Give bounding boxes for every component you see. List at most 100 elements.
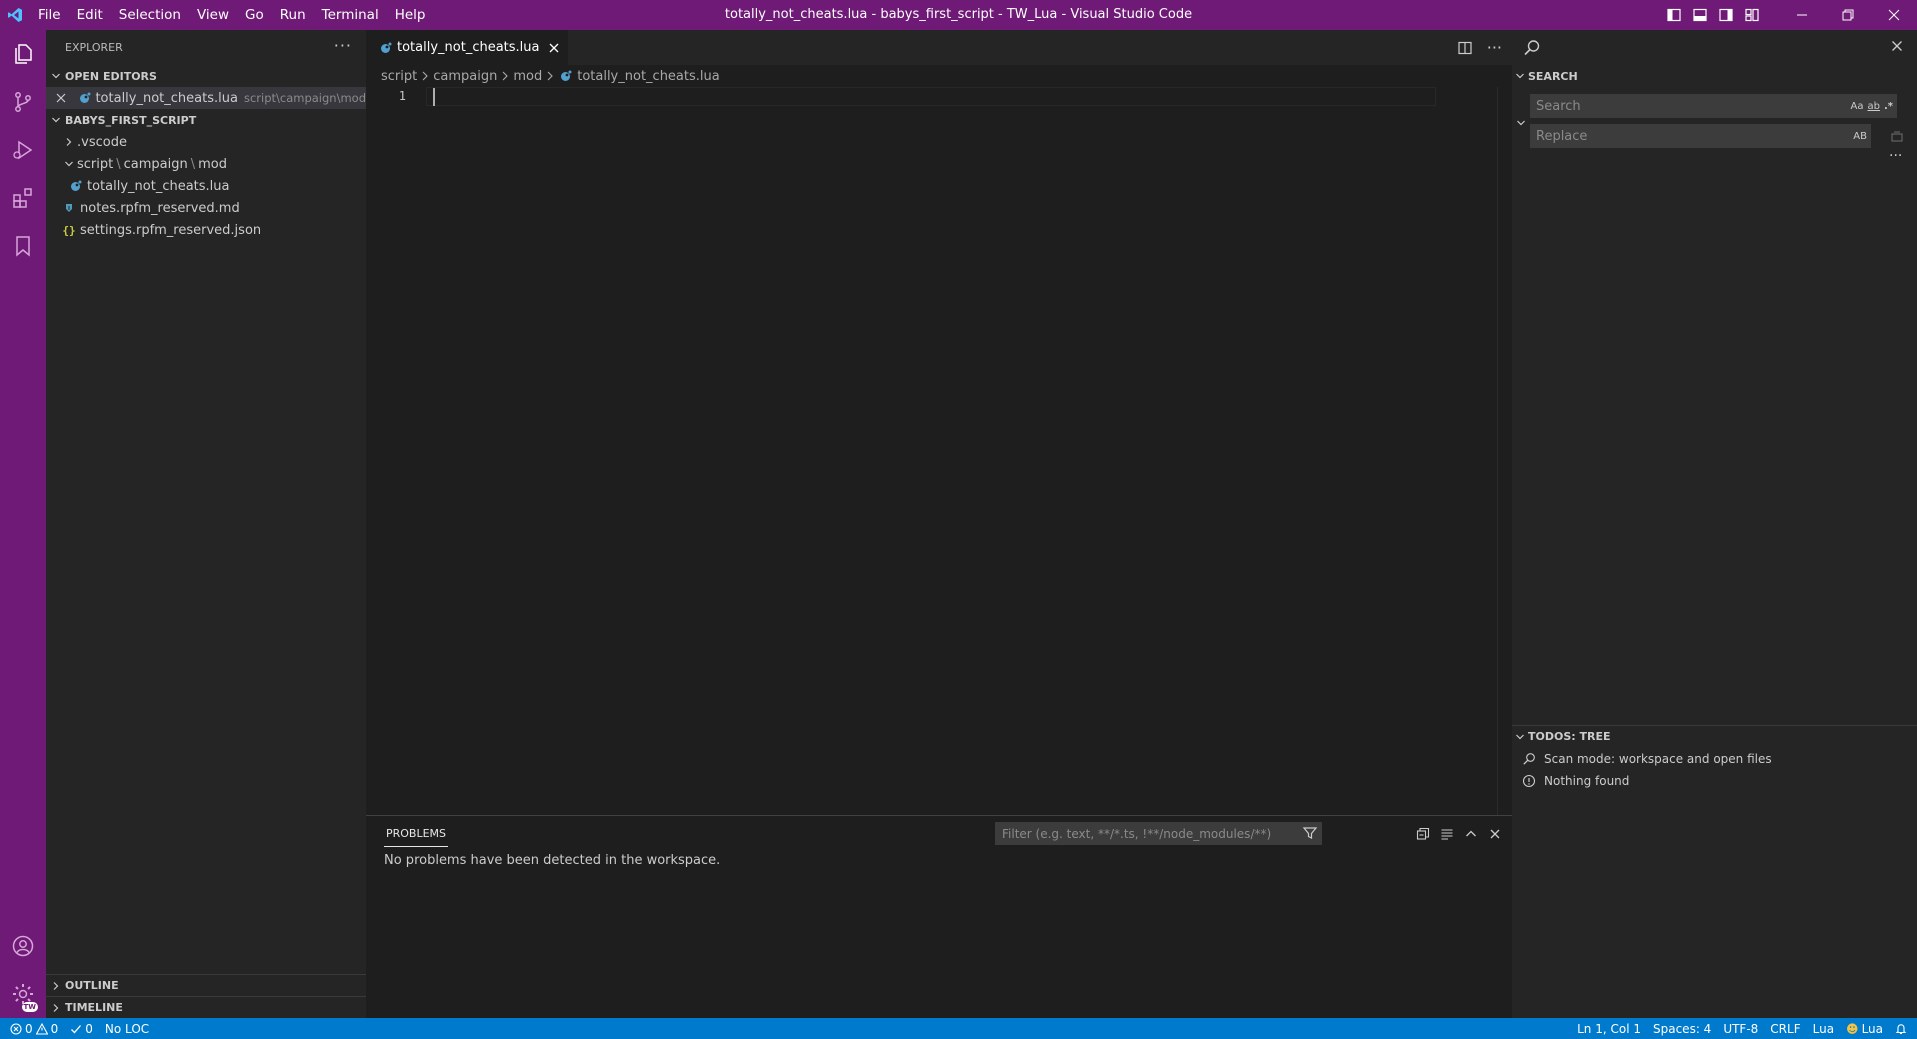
problems-filter-input[interactable]: Filter (e.g. text, **/*.ts, !**/node_mod…	[995, 822, 1322, 845]
tree-folder-label: .vscode	[77, 134, 127, 150]
open-editors-label: OPEN EDITORS	[65, 69, 157, 83]
lua-extension-status[interactable]: ☻ Lua	[1840, 1018, 1889, 1039]
replace-placeholder: Replace	[1536, 128, 1588, 144]
bookmarks-icon[interactable]	[0, 222, 46, 270]
search-icon[interactable]	[1522, 38, 1542, 58]
tree-path-separator: \	[190, 156, 196, 172]
customize-layout-icon[interactable]	[1739, 0, 1765, 30]
search-section[interactable]: SEARCH	[1512, 65, 1917, 87]
todos-tree-section[interactable]: TODOS: TREE	[1512, 725, 1917, 747]
notifications-bell-icon[interactable]	[1889, 1018, 1917, 1039]
search-placeholder: Search	[1536, 98, 1581, 114]
workspace-section[interactable]: BABYS_FIRST_SCRIPT	[46, 109, 366, 131]
chevron-down-icon	[46, 71, 65, 81]
tree-folder-script[interactable]: script \ campaign \ mod	[46, 153, 366, 175]
more-actions-icon[interactable]: ···	[1487, 38, 1502, 57]
accounts-icon[interactable]	[0, 922, 46, 970]
todos-title: TODOS: TREE	[1528, 730, 1611, 743]
todo-scan-mode[interactable]: Scan mode: workspace and open files	[1512, 748, 1772, 770]
menu-terminal[interactable]: Terminal	[314, 0, 387, 30]
current-line-highlight	[426, 87, 1436, 106]
lua-ext-icon: ☻	[1846, 1021, 1859, 1036]
tree-file-md[interactable]: notes.rpfm_reserved.md	[46, 197, 366, 219]
split-editor-icon[interactable]	[1457, 40, 1473, 56]
minimize-button[interactable]	[1779, 0, 1825, 30]
loc-status[interactable]: No LOC	[99, 1018, 155, 1039]
replace-all-icon[interactable]	[1890, 130, 1904, 144]
tw-badge: TW	[21, 1002, 38, 1012]
tree-file-label: totally_not_cheats.lua	[87, 178, 230, 194]
replace-input[interactable]: Replace AB	[1530, 124, 1871, 148]
breadcrumb-item[interactable]: mod	[513, 69, 542, 84]
run-debug-icon[interactable]	[0, 126, 46, 174]
open-editors-section[interactable]: OPEN EDITORS	[46, 65, 366, 87]
warning-icon	[35, 1022, 48, 1035]
toggle-secondary-sidebar-icon[interactable]	[1713, 0, 1739, 30]
breadcrumb-item[interactable]: totally_not_cheats.lua	[577, 69, 720, 84]
toggle-panel-icon[interactable]	[1687, 0, 1713, 30]
regex-option[interactable]: .*	[1884, 101, 1893, 112]
explorer-icon[interactable]	[0, 30, 46, 78]
menu-file[interactable]: File	[30, 0, 69, 30]
activity-bar: TW	[0, 30, 46, 1018]
toggle-replace-icon[interactable]	[1516, 118, 1526, 128]
scrollbar-track[interactable]	[1497, 87, 1498, 847]
menu-view[interactable]: View	[189, 0, 237, 30]
editor-tab[interactable]: totally_not_cheats.lua	[366, 30, 569, 65]
check-count: 0	[85, 1021, 93, 1036]
source-control-icon[interactable]	[0, 78, 46, 126]
menu-go[interactable]: Go	[237, 0, 272, 30]
tab-problems[interactable]: PROBLEMS	[384, 821, 449, 847]
code-editor[interactable]: 1	[366, 87, 1512, 107]
explorer-more-icon[interactable]: ···	[334, 36, 352, 55]
search-details-icon[interactable]: ···	[1889, 148, 1902, 164]
menu-edit[interactable]: Edit	[69, 0, 111, 30]
language-mode[interactable]: Lua	[1807, 1018, 1840, 1039]
close-panel-icon[interactable]	[1488, 827, 1502, 841]
chevron-right-icon	[61, 137, 77, 147]
menu-run[interactable]: Run	[272, 0, 314, 30]
eol-status[interactable]: CRLF	[1764, 1018, 1806, 1039]
cursor-position[interactable]: Ln 1, Col 1	[1571, 1018, 1647, 1039]
tree-file-json[interactable]: {} settings.rpfm_reserved.json	[46, 219, 366, 241]
toggle-primary-sidebar-icon[interactable]	[1661, 0, 1687, 30]
menu-help[interactable]: Help	[387, 0, 434, 30]
tree-file-lua[interactable]: totally_not_cheats.lua	[46, 175, 366, 197]
close-tab-icon[interactable]	[548, 42, 560, 54]
collapse-all-icon[interactable]	[1416, 827, 1430, 841]
view-as-list-icon[interactable]	[1440, 827, 1454, 841]
close-window-button[interactable]	[1871, 0, 1917, 30]
lua-ext-label: Lua	[1861, 1021, 1883, 1036]
indentation-status[interactable]: Spaces: 4	[1647, 1018, 1717, 1039]
search-input[interactable]: Search Aa ab .*	[1530, 94, 1897, 118]
preserve-case-option[interactable]: AB	[1853, 131, 1867, 142]
manage-gear-icon[interactable]: TW	[0, 970, 46, 1018]
check-status[interactable]: 0	[64, 1018, 99, 1039]
problems-status[interactable]: 0 0	[0, 1018, 64, 1039]
filter-icon[interactable]	[1302, 825, 1318, 841]
chevron-down-icon	[1512, 732, 1528, 742]
tree-folder-seg: mod	[198, 156, 227, 172]
search-icon	[1522, 752, 1540, 766]
tree-folder-vscode[interactable]: .vscode	[46, 131, 366, 153]
timeline-section[interactable]: TIMELINE	[46, 996, 366, 1018]
match-word-option[interactable]: ab	[1867, 101, 1879, 112]
outline-section[interactable]: OUTLINE	[46, 974, 366, 996]
line-number: 1	[398, 89, 406, 103]
extensions-icon[interactable]	[0, 174, 46, 222]
encoding-status[interactable]: UTF-8	[1717, 1018, 1764, 1039]
match-case-option[interactable]: Aa	[1851, 101, 1864, 112]
close-sidebar-icon[interactable]	[1891, 40, 1903, 52]
outline-label: OUTLINE	[65, 979, 119, 992]
open-editor-item[interactable]: totally_not_cheats.lua script\campaign\m…	[46, 87, 366, 109]
maximize-panel-icon[interactable]	[1464, 827, 1478, 841]
breadcrumb-item[interactable]: campaign	[433, 69, 497, 84]
tree-file-label: notes.rpfm_reserved.md	[80, 200, 240, 216]
restore-button[interactable]	[1825, 0, 1871, 30]
close-editor-icon[interactable]	[46, 93, 70, 103]
menu-selection[interactable]: Selection	[111, 0, 189, 30]
error-count: 0	[25, 1021, 33, 1036]
breadcrumb-item[interactable]: script	[381, 69, 417, 84]
tree-path-separator: \	[116, 156, 121, 172]
warning-count: 0	[50, 1021, 59, 1036]
